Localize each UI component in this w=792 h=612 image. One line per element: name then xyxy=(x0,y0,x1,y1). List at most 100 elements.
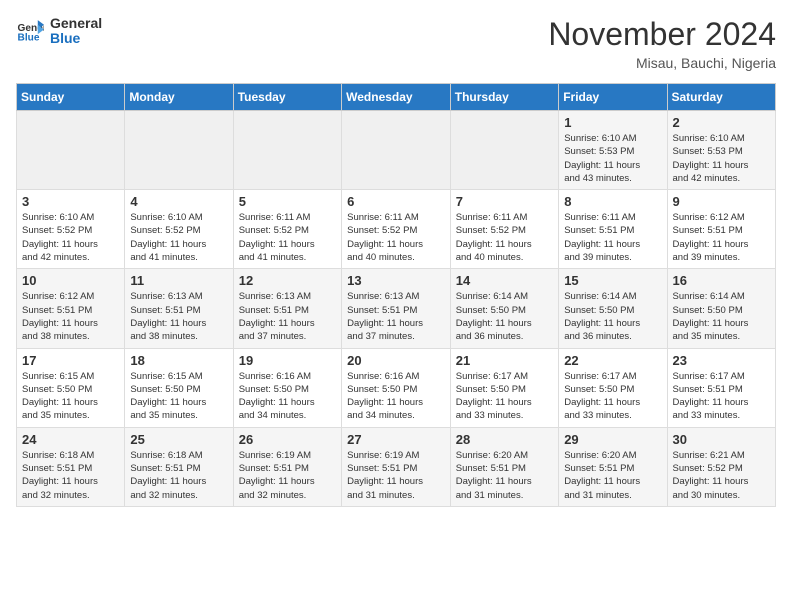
day-info: Sunrise: 6:20 AM Sunset: 5:51 PM Dayligh… xyxy=(564,449,661,502)
day-info: Sunrise: 6:11 AM Sunset: 5:52 PM Dayligh… xyxy=(456,211,553,264)
svg-text:Blue: Blue xyxy=(18,33,40,44)
day-info: Sunrise: 6:16 AM Sunset: 5:50 PM Dayligh… xyxy=(347,370,445,423)
calendar-header-row: SundayMondayTuesdayWednesdayThursdayFrid… xyxy=(17,84,776,111)
day-number: 17 xyxy=(22,353,119,368)
weekday-header: Friday xyxy=(559,84,667,111)
calendar-week-row: 3Sunrise: 6:10 AM Sunset: 5:52 PM Daylig… xyxy=(17,190,776,269)
calendar-cell xyxy=(342,111,451,190)
day-number: 13 xyxy=(347,273,445,288)
day-info: Sunrise: 6:20 AM Sunset: 5:51 PM Dayligh… xyxy=(456,449,553,502)
day-number: 5 xyxy=(239,194,336,209)
day-number: 18 xyxy=(130,353,227,368)
day-number: 1 xyxy=(564,115,661,130)
day-info: Sunrise: 6:13 AM Sunset: 5:51 PM Dayligh… xyxy=(347,290,445,343)
day-number: 20 xyxy=(347,353,445,368)
day-info: Sunrise: 6:21 AM Sunset: 5:52 PM Dayligh… xyxy=(673,449,771,502)
calendar-cell: 24 Sunrise: 6:18 AM Sunset: 5:51 PM Dayli… xyxy=(17,427,125,506)
day-number: 2 xyxy=(673,115,771,130)
title-block: November 2024 Misau, Bauchi, Nigeria xyxy=(548,16,776,71)
day-number: 6 xyxy=(347,194,445,209)
day-info: Sunrise: 6:11 AM Sunset: 5:52 PM Dayligh… xyxy=(239,211,336,264)
calendar-cell: 10Sunrise: 6:12 AM Sunset: 5:51 PM Dayli… xyxy=(17,269,125,348)
calendar-cell: 14 Sunrise: 6:14 AM Sunset: 5:50 PM Dayli… xyxy=(450,269,558,348)
calendar-cell: 25 Sunrise: 6:18 AM Sunset: 5:51 PM Dayli… xyxy=(125,427,233,506)
day-number: 16 xyxy=(673,273,771,288)
day-info: Sunrise: 6:13 AM Sunset: 5:51 PM Dayligh… xyxy=(239,290,336,343)
day-info: Sunrise: 6:11 AM Sunset: 5:51 PM Dayligh… xyxy=(564,211,661,264)
day-number: 22 xyxy=(564,353,661,368)
calendar-cell: 5 Sunrise: 6:11 AM Sunset: 5:52 PM Daylig… xyxy=(233,190,341,269)
day-info: Sunrise: 6:19 AM Sunset: 5:51 PM Dayligh… xyxy=(347,449,445,502)
calendar-cell: 15 Sunrise: 6:14 AM Sunset: 5:50 PM Dayli… xyxy=(559,269,667,348)
calendar-cell xyxy=(233,111,341,190)
calendar-cell: 9 Sunrise: 6:12 AM Sunset: 5:51 PM Daylig… xyxy=(667,190,776,269)
day-number: 28 xyxy=(456,432,553,447)
location-subtitle: Misau, Bauchi, Nigeria xyxy=(548,55,776,71)
day-info: Sunrise: 6:10 AM Sunset: 5:53 PM Dayligh… xyxy=(564,132,661,185)
day-number: 24 xyxy=(22,432,119,447)
calendar-cell: 18 Sunrise: 6:15 AM Sunset: 5:50 PM Dayli… xyxy=(125,348,233,427)
calendar-week-row: 10Sunrise: 6:12 AM Sunset: 5:51 PM Dayli… xyxy=(17,269,776,348)
calendar-cell: 17Sunrise: 6:15 AM Sunset: 5:50 PM Dayli… xyxy=(17,348,125,427)
calendar-table: SundayMondayTuesdayWednesdayThursdayFrid… xyxy=(16,83,776,507)
day-info: Sunrise: 6:19 AM Sunset: 5:51 PM Dayligh… xyxy=(239,449,336,502)
calendar-week-row: 17 Sunrise: 6:15 AM Sunset: 5:50 PM Dayli… xyxy=(17,348,776,427)
day-number: 9 xyxy=(673,194,771,209)
weekday-header: Saturday xyxy=(667,84,776,111)
day-number: 19 xyxy=(239,353,336,368)
calendar-cell: 11Sunrise: 6:13 AM Sunset: 5:51 PM Dayli… xyxy=(125,269,233,348)
day-info: Sunrise: 6:18 AM Sunset: 5:51 PM Dayligh… xyxy=(130,449,227,502)
calendar-cell xyxy=(125,111,233,190)
day-number: 29 xyxy=(564,432,661,447)
day-number: 15 xyxy=(564,273,661,288)
day-info: Sunrise: 6:12 AM Sunset: 5:51 PM Dayligh… xyxy=(673,211,771,264)
calendar-cell: 1 Sunrise: 6:10 AM Sunset: 5:53 PM Daylig… xyxy=(559,111,667,190)
day-info: Sunrise: 6:15 AM Sunset: 5:50 PM Dayligh… xyxy=(130,370,227,423)
calendar-cell: 16 Sunrise: 6:14 AM Sunset: 5:50 PM Dayli… xyxy=(667,269,776,348)
day-info: Sunrise: 6:14 AM Sunset: 5:50 PM Dayligh… xyxy=(456,290,553,343)
day-number: 23 xyxy=(673,353,771,368)
day-info: Sunrise: 6:16 AM Sunset: 5:50 PM Dayligh… xyxy=(239,370,336,423)
day-info: Sunrise: 6:10 AM Sunset: 5:52 PM Dayligh… xyxy=(22,211,119,264)
calendar-cell: 20 Sunrise: 6:16 AM Sunset: 5:50 PM Dayli… xyxy=(342,348,451,427)
day-info: Sunrise: 6:14 AM Sunset: 5:50 PM Dayligh… xyxy=(564,290,661,343)
calendar-cell: 6 Sunrise: 6:11 AM Sunset: 5:52 PM Daylig… xyxy=(342,190,451,269)
calendar-cell: 23 Sunrise: 6:17 AM Sunset: 5:51 PM Dayli… xyxy=(667,348,776,427)
day-number: 27 xyxy=(347,432,445,447)
day-info: Sunrise: 6:17 AM Sunset: 5:50 PM Dayligh… xyxy=(456,370,553,423)
day-info: Sunrise: 6:11 AM Sunset: 5:52 PM Dayligh… xyxy=(347,211,445,264)
weekday-header: Thursday xyxy=(450,84,558,111)
weekday-header: Wednesday xyxy=(342,84,451,111)
day-number: 14 xyxy=(456,273,553,288)
calendar-cell: 26 Sunrise: 6:19 AM Sunset: 5:51 PM Dayli… xyxy=(233,427,341,506)
calendar-cell xyxy=(17,111,125,190)
calendar-cell: 28 Sunrise: 6:20 AM Sunset: 5:51 PM Dayli… xyxy=(450,427,558,506)
day-number: 30 xyxy=(673,432,771,447)
calendar-cell: 2 Sunrise: 6:10 AM Sunset: 5:53 PM Daylig… xyxy=(667,111,776,190)
day-info: Sunrise: 6:10 AM Sunset: 5:52 PM Dayligh… xyxy=(130,211,227,264)
calendar-cell: 3Sunrise: 6:10 AM Sunset: 5:52 PM Daylig… xyxy=(17,190,125,269)
day-info: Sunrise: 6:18 AM Sunset: 5:51 PM Dayligh… xyxy=(22,449,119,502)
day-number: 26 xyxy=(239,432,336,447)
logo-text-blue: Blue xyxy=(50,31,102,46)
calendar-cell: 7Sunrise: 6:11 AM Sunset: 5:52 PM Daylig… xyxy=(450,190,558,269)
calendar-cell: 22Sunrise: 6:17 AM Sunset: 5:50 PM Dayli… xyxy=(559,348,667,427)
day-info: Sunrise: 6:12 AM Sunset: 5:51 PM Dayligh… xyxy=(22,290,119,343)
day-number: 12 xyxy=(239,273,336,288)
calendar-cell: 30 Sunrise: 6:21 AM Sunset: 5:52 PM Dayli… xyxy=(667,427,776,506)
calendar-cell: 4Sunrise: 6:10 AM Sunset: 5:52 PM Daylig… xyxy=(125,190,233,269)
calendar-cell: 27 Sunrise: 6:19 AM Sunset: 5:51 PM Dayli… xyxy=(342,427,451,506)
logo-icon: General Blue xyxy=(16,17,44,45)
calendar-cell: 19 Sunrise: 6:16 AM Sunset: 5:50 PM Dayli… xyxy=(233,348,341,427)
calendar-week-row: 24 Sunrise: 6:18 AM Sunset: 5:51 PM Dayli… xyxy=(17,427,776,506)
day-info: Sunrise: 6:10 AM Sunset: 5:53 PM Dayligh… xyxy=(673,132,771,185)
logo: General Blue General Blue xyxy=(16,16,102,47)
weekday-header: Sunday xyxy=(17,84,125,111)
day-info: Sunrise: 6:17 AM Sunset: 5:51 PM Dayligh… xyxy=(673,370,771,423)
page-header: General Blue General Blue November 2024 … xyxy=(16,16,776,71)
day-info: Sunrise: 6:14 AM Sunset: 5:50 PM Dayligh… xyxy=(673,290,771,343)
day-number: 21 xyxy=(456,353,553,368)
calendar-cell: 21 Sunrise: 6:17 AM Sunset: 5:50 PM Dayli… xyxy=(450,348,558,427)
day-number: 25 xyxy=(130,432,227,447)
day-number: 8 xyxy=(564,194,661,209)
